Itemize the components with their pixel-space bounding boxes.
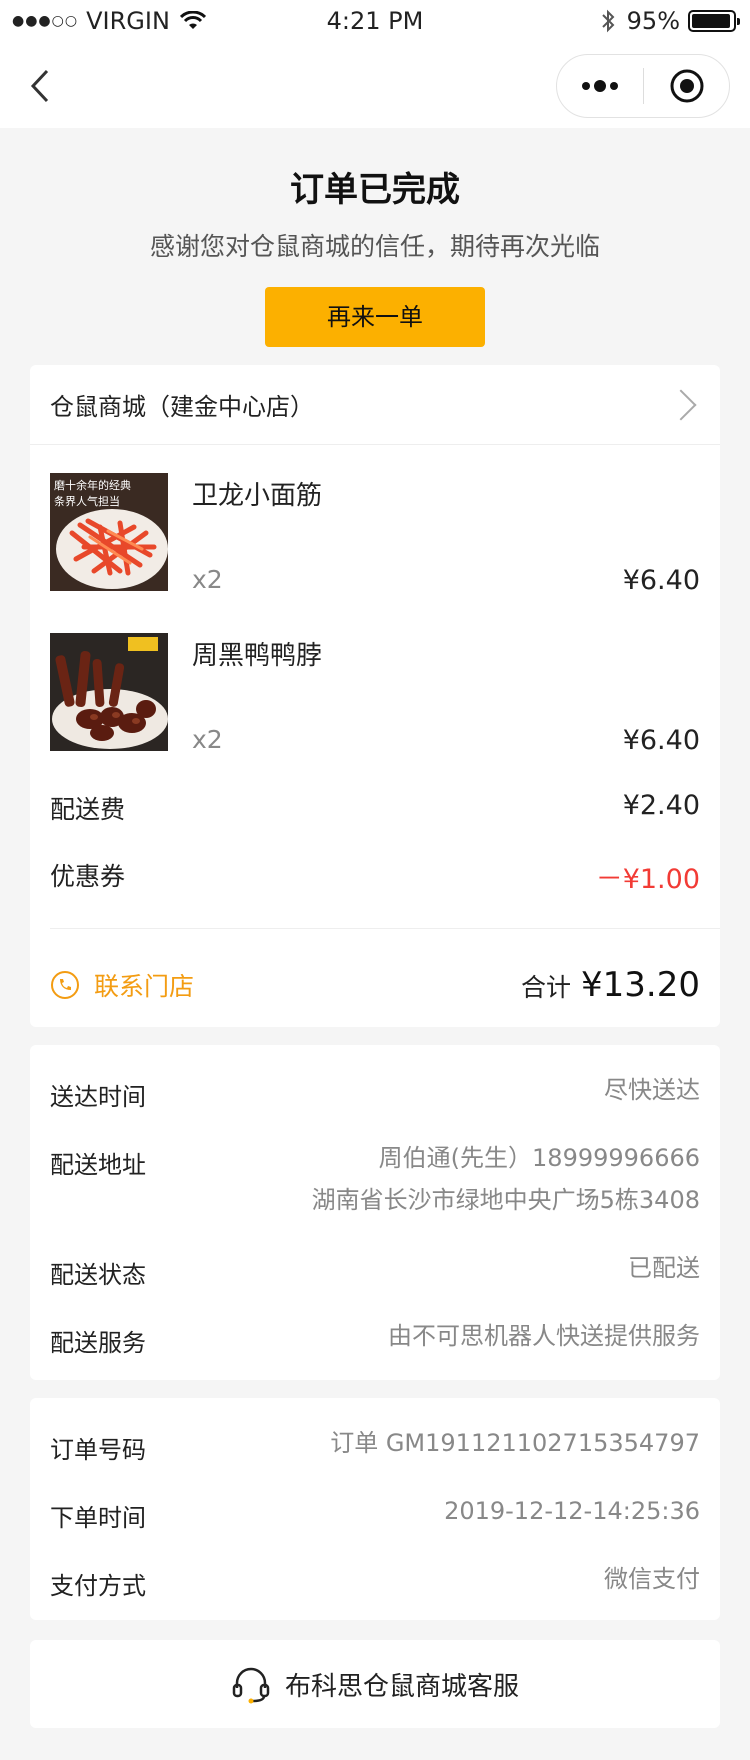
coupon-value: －¥1.00	[595, 864, 700, 895]
info-value: 微信支付	[604, 1565, 700, 1593]
order-total: 合计 ¥13.20	[521, 965, 700, 1005]
delivery-fee-row: 配送费 ¥2.40	[50, 790, 700, 826]
total-label: 合计	[521, 973, 572, 1002]
customer-service-label: 布科思仓鼠商城客服	[284, 1671, 519, 1702]
divider	[50, 928, 720, 929]
order-number-row: 订单号码 订单 GM191121102715354797	[50, 1429, 700, 1465]
info-value: 订单 GM191121102715354797	[330, 1429, 700, 1457]
contact-store-button[interactable]: 联系门店	[50, 967, 194, 1003]
payment-method-row: 支付方式 微信支付	[50, 1565, 700, 1601]
total-value: ¥13.20	[581, 965, 700, 1005]
info-label: 支付方式	[50, 1572, 146, 1600]
more-button[interactable]	[557, 55, 643, 117]
delivery-status-row: 配送状态 已配送	[50, 1254, 700, 1290]
info-value: 尽快送达	[604, 1076, 700, 1104]
product-quantity: x2	[192, 565, 223, 594]
nav-bar	[0, 44, 750, 128]
bluetooth-icon	[601, 9, 615, 33]
gluten-snack-image: 磨十余年的经典 条界人气担当	[50, 473, 168, 591]
reorder-button[interactable]: 再来一单	[265, 287, 485, 347]
back-button[interactable]	[20, 58, 60, 114]
status-bar: ●●●○○ VIRGIN 4:21 PM 95%	[0, 0, 750, 44]
target-close-icon	[670, 69, 703, 103]
product-price: ¥6.40	[622, 565, 700, 596]
info-value: 由不可思机器人快送提供服务	[388, 1322, 700, 1350]
info-value: 2019-12-12-14:25:36	[444, 1497, 700, 1525]
headset-icon	[232, 1667, 270, 1704]
battery-fill	[692, 14, 730, 28]
store-row[interactable]: 仓鼠商城（建金中心店）	[30, 365, 720, 445]
delivery-address-row: 配送地址 周伯通(先生）18999996666 湖南省长沙市绿地中央广场5栋34…	[50, 1144, 700, 1221]
chevron-left-icon	[30, 69, 49, 103]
delivery-fee-label: 配送费	[50, 795, 126, 824]
order-card: 仓鼠商城（建金中心店） 磨十余年的经典 条界人气担当 卫龙小面筋 x2 ¥6.4…	[30, 365, 720, 1027]
customer-service-button[interactable]: 布科思仓鼠商城客服	[30, 1640, 720, 1728]
info-label: 下单时间	[50, 1504, 146, 1532]
recipient-line: 周伯通(先生）18999996666	[378, 1144, 700, 1172]
page-title: 订单已完成	[290, 170, 460, 210]
chevron-right-icon	[665, 388, 697, 421]
page-subtitle: 感谢您对仓鼠商城的信任，期待再次光临	[149, 232, 600, 261]
delivery-service-row: 配送服务 由不可思机器人快送提供服务	[50, 1322, 700, 1358]
info-label: 配送服务	[50, 1329, 146, 1357]
thumb-caption-line-1: 磨十余年的经典	[54, 478, 131, 492]
info-label: 送达时间	[50, 1083, 146, 1111]
product-price: ¥6.40	[622, 725, 700, 756]
status-right: 95%	[601, 7, 740, 35]
info-label: 配送地址	[50, 1151, 146, 1179]
battery-percent: 95%	[626, 7, 680, 35]
contact-store-label: 联系门店	[94, 972, 195, 1001]
store-name: 仓鼠商城（建金中心店）	[50, 393, 314, 421]
address-value: 周伯通(先生）18999996666 湖南省长沙市绿地中央广场5栋3408	[312, 1137, 700, 1221]
thumb-caption-line-2: 条界人气担当	[54, 494, 120, 508]
total-row: 联系门店 合计 ¥13.20	[50, 955, 700, 1015]
product-name: 周黑鸭鸭脖	[192, 641, 323, 671]
address-line: 湖南省长沙市绿地中央广场5栋3408	[311, 1186, 700, 1214]
info-value: 已配送	[628, 1254, 700, 1282]
info-label: 配送状态	[50, 1261, 146, 1289]
mini-program-capsule	[556, 54, 730, 118]
close-button[interactable]	[644, 55, 729, 117]
order-header: 订单已完成 感谢您对仓鼠商城的信任，期待再次光临 再来一单	[0, 128, 750, 347]
battery-icon	[688, 10, 740, 32]
delivery-fee-value: ¥2.40	[622, 790, 700, 821]
more-dots-icon	[582, 80, 618, 92]
product-quantity: x2	[192, 725, 223, 754]
coupon-label: 优惠券	[50, 862, 126, 891]
product-name: 卫龙小面筋	[192, 481, 323, 511]
phone-icon	[51, 971, 79, 999]
product-item[interactable]: 磨十余年的经典 条界人气担当 卫龙小面筋 x2 ¥6.40	[50, 473, 700, 596]
product-item[interactable]: 周黑鸭鸭脖 x2 ¥6.40	[50, 633, 700, 756]
delivery-time-row: 送达时间 尽快送达	[50, 1076, 700, 1112]
info-label: 订单号码	[50, 1436, 146, 1464]
battery-nub	[737, 18, 740, 25]
delivery-info-card: 送达时间 尽快送达 配送地址 周伯通(先生）18999996666 湖南省长沙市…	[30, 1045, 720, 1380]
product-thumbnail: 磨十余年的经典 条界人气担当	[50, 473, 168, 591]
coupon-row: 优惠券 －¥1.00	[50, 857, 700, 896]
duck-neck-image	[50, 633, 168, 751]
order-time-row: 下单时间 2019-12-12-14:25:36	[50, 1497, 700, 1533]
payment-info-card: 订单号码 订单 GM191121102715354797 下单时间 2019-1…	[30, 1398, 720, 1620]
product-thumbnail	[50, 633, 168, 751]
